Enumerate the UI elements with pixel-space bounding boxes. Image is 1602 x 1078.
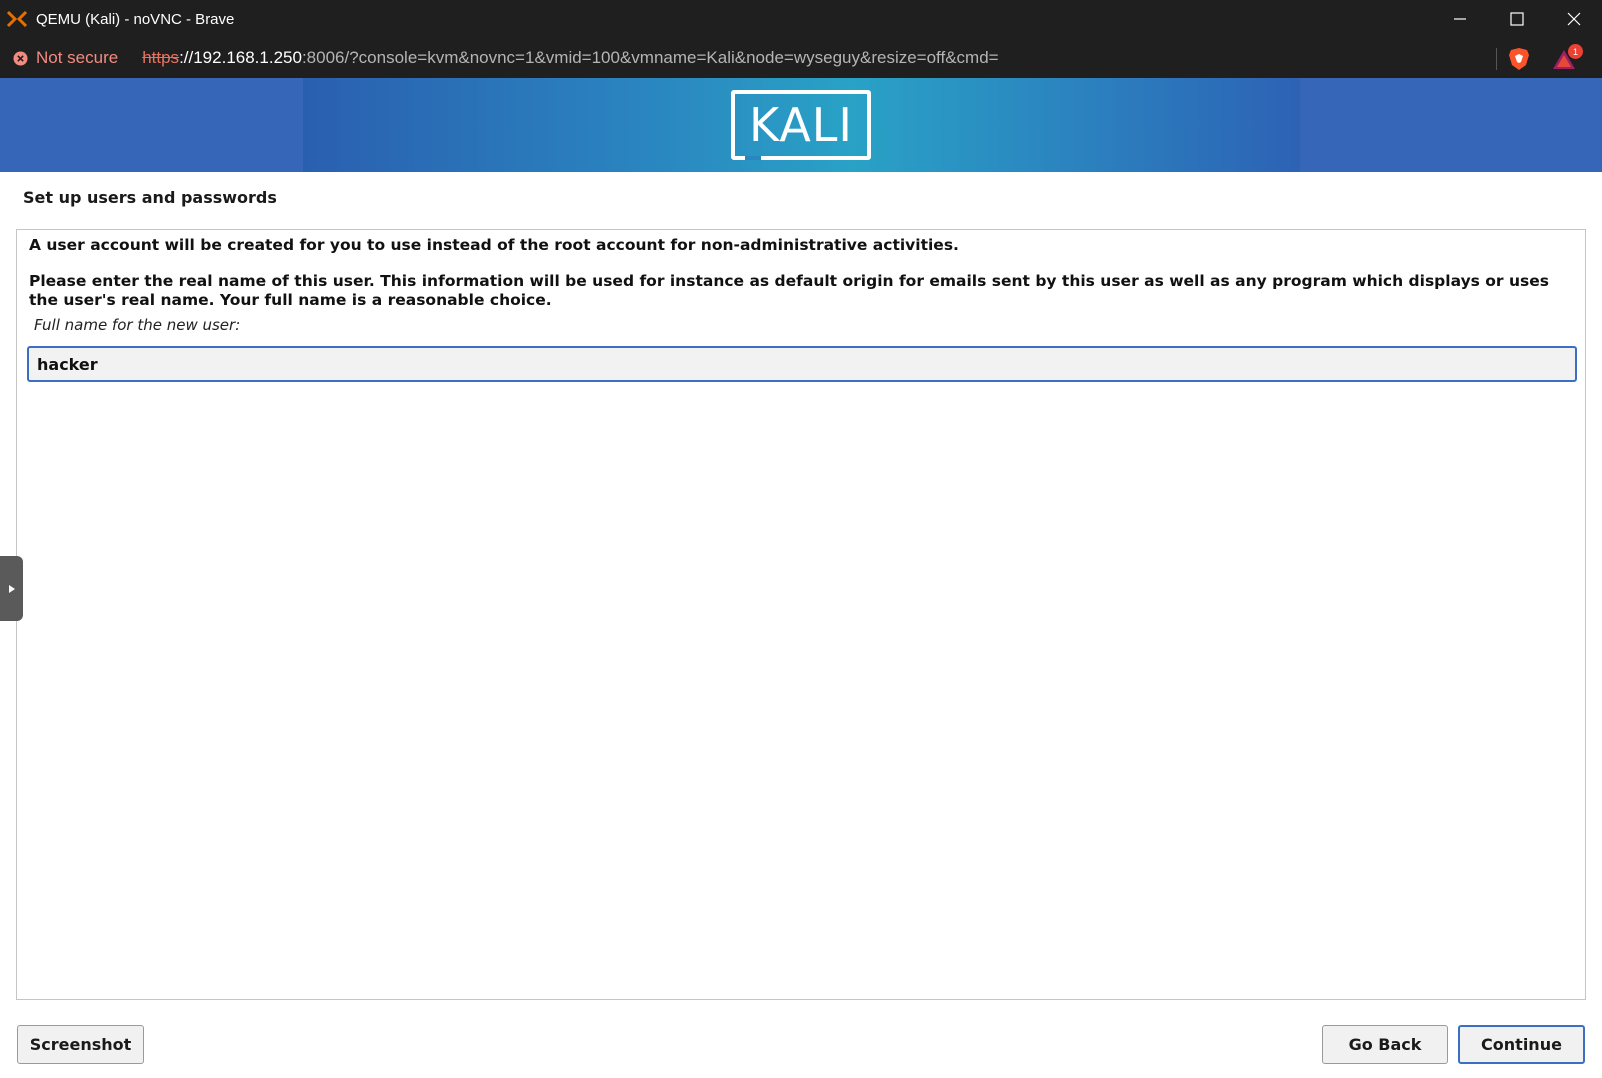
kali-logo: KALI [731, 90, 871, 160]
window-controls [1431, 0, 1602, 38]
intro-paragraph: A user account will be created for you t… [29, 236, 959, 254]
instructions-paragraph: Please enter the real name of this user.… [29, 272, 1549, 309]
maximize-icon [1509, 12, 1524, 26]
url-path: :8006/?console=kvm&novnc=1&vmid=100&vmna… [301, 48, 999, 67]
go-back-button[interactable]: Go Back [1322, 1025, 1448, 1064]
maximize-button[interactable] [1488, 0, 1545, 38]
vm-console[interactable]: KALI Set up users and passwords A user a… [0, 78, 1602, 1078]
not-secure-icon[interactable] [13, 51, 28, 66]
full-name-label: Full name for the new user: [34, 316, 241, 334]
url-scheme: https [142, 48, 180, 67]
step-title: Set up users and passwords [23, 188, 277, 207]
chevron-right-icon [8, 584, 15, 593]
window-titlebar: QEMU (Kali) - noVNC - Brave [0, 0, 1602, 38]
full-name-input[interactable] [27, 346, 1577, 382]
close-button[interactable] [1545, 0, 1602, 38]
novnc-sidebar-handle[interactable] [0, 556, 23, 621]
url-host: ://192.168.1.250 [179, 48, 302, 67]
window-title: QEMU (Kali) - noVNC - Brave [36, 10, 235, 28]
brave-rewards-button[interactable]: 1 [1552, 44, 1583, 72]
brave-shields-icon[interactable] [1508, 47, 1530, 71]
close-icon [1567, 12, 1580, 26]
screenshot-button[interactable]: Screenshot [17, 1025, 144, 1064]
installer-panel: A user account will be created for you t… [16, 229, 1586, 1000]
rewards-badge: 1 [1568, 44, 1583, 59]
not-secure-label[interactable]: Not secure [36, 48, 118, 68]
continue-button[interactable]: Continue [1458, 1025, 1585, 1064]
proxmox-icon [6, 10, 28, 28]
installer-banner: KALI [0, 78, 1602, 172]
address-bar-divider [1496, 48, 1497, 70]
url-text[interactable]: https://192.168.1.250:8006/?console=kvm&… [142, 48, 998, 68]
minimize-icon [1453, 18, 1466, 20]
minimize-button[interactable] [1431, 0, 1488, 38]
kali-logo-text: KALI [748, 98, 854, 152]
address-bar[interactable]: Not secure https://192.168.1.250:8006/?c… [0, 38, 1602, 78]
